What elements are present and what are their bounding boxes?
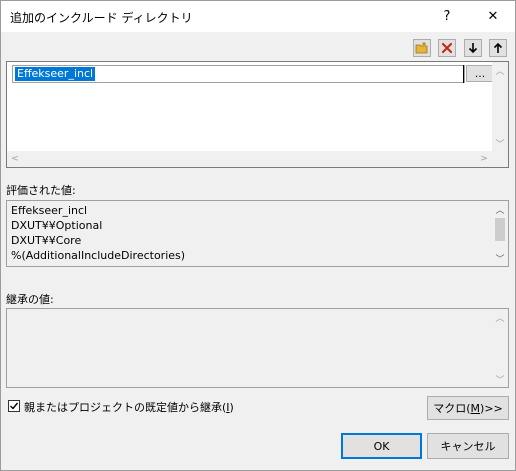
move-up-icon <box>493 42 503 53</box>
scroll-right-icon[interactable]: > <box>476 151 492 167</box>
new-line-icon <box>415 42 428 54</box>
evaluated-values-list[interactable]: Effekseer_incl DXUT¥¥Optional DXUT¥¥Core… <box>6 200 509 267</box>
ok-button[interactable]: OK <box>341 433 422 459</box>
inherit-checkbox[interactable] <box>8 400 20 412</box>
scroll-down-icon[interactable]: ﹀ <box>492 371 508 387</box>
directory-edit-value: Effekseer_incl <box>15 67 96 81</box>
evaluated-line: DXUT¥¥Core <box>11 234 82 247</box>
editor-horizontal-scrollbar[interactable]: < > <box>7 151 492 167</box>
scroll-up-icon[interactable]: ︿ <box>492 309 508 325</box>
title-bar: 追加のインクルード ディレクトリ ? ✕ <box>1 1 515 32</box>
help-icon: ? <box>443 9 451 24</box>
directory-list-editor[interactable]: Effekseer_incl ... ︿ ﹀ < > <box>6 61 509 168</box>
directory-edit-field[interactable]: Effekseer_incl <box>12 65 465 83</box>
checkmark-icon <box>10 402 19 410</box>
window-title: 追加のインクルード ディレクトリ <box>10 11 193 25</box>
editor-vertical-scrollbar[interactable]: ︿ ﹀ <box>492 62 508 151</box>
scroll-up-icon[interactable]: ︿ <box>492 62 508 78</box>
evaluated-line: DXUT¥¥Optional <box>11 219 103 232</box>
close-icon: ✕ <box>487 9 499 24</box>
new-line-button[interactable] <box>413 39 431 57</box>
scroll-left-icon[interactable]: < <box>7 151 23 167</box>
macros-label-accelerator: M <box>470 401 481 415</box>
close-button[interactable]: ✕ <box>471 1 515 32</box>
move-down-icon <box>468 43 478 54</box>
cancel-button[interactable]: キャンセル <box>427 433 509 459</box>
scroll-down-icon[interactable]: ﹀ <box>492 250 508 266</box>
inherit-label-prefix: 親またはプロジェクトの既定値から継承( <box>24 401 227 414</box>
evaluated-line: Effekseer_incl <box>11 204 88 217</box>
scroll-up-icon[interactable]: ︿ <box>492 201 508 217</box>
inherit-checkbox-label[interactable]: 親またはプロジェクトの既定値から継承(I) <box>24 399 234 415</box>
scroll-down-icon[interactable]: ﹀ <box>492 135 508 151</box>
inherit-label-suffix: ) <box>229 401 234 414</box>
inherited-values-label: 継承の値: <box>6 293 54 306</box>
scrollbar-corner <box>492 151 508 167</box>
inherited-values-list[interactable]: ︿ ﹀ <box>6 308 509 388</box>
delete-button[interactable] <box>438 39 456 57</box>
macros-label-prefix: マクロ( <box>433 402 471 415</box>
move-up-button[interactable] <box>489 39 507 57</box>
text-caret <box>463 65 464 83</box>
delete-icon <box>441 42 453 54</box>
scroll-thumb[interactable] <box>495 218 505 241</box>
dialog-window: 追加のインクルード ディレクトリ ? ✕ Effekseer_incl ... … <box>0 0 516 471</box>
evaluated-line: %(AdditionalIncludeDirectories) <box>11 249 186 262</box>
move-down-button[interactable] <box>464 39 482 57</box>
inherited-vertical-scrollbar[interactable]: ︿ ﹀ <box>492 309 508 387</box>
evaluated-values-label: 評価された値: <box>6 184 76 197</box>
browse-button[interactable]: ... <box>466 65 494 82</box>
macros-button[interactable]: マクロ(M)>> <box>427 396 509 420</box>
macros-label-suffix: )>> <box>480 401 503 415</box>
help-button[interactable]: ? <box>425 1 469 32</box>
evaluated-vertical-scrollbar[interactable]: ︿ ﹀ <box>492 201 508 266</box>
